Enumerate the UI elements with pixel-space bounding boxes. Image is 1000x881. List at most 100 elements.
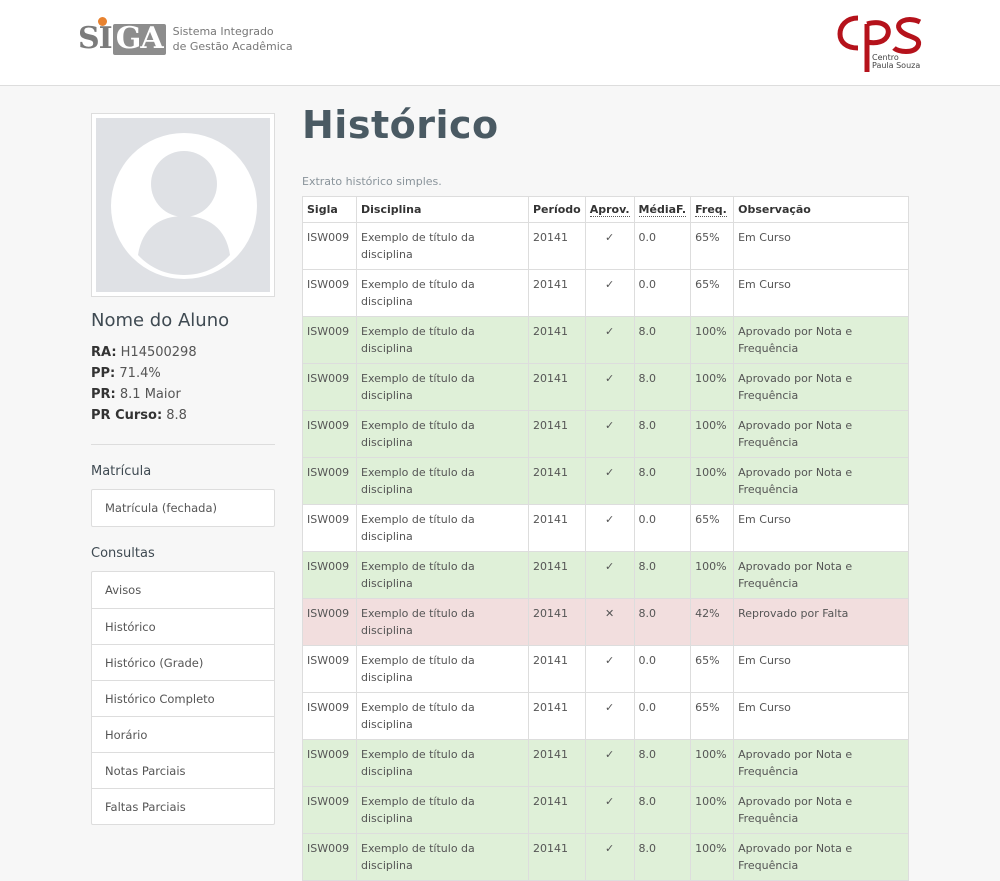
table-body: ISW009 Exemplo de título da disciplina 201… bbox=[302, 222, 909, 881]
cell-periodo: 20141 bbox=[528, 551, 586, 599]
siga-logo[interactable]: SI GA Sistema Integrado de Gestão Acadêmi… bbox=[78, 14, 293, 64]
check-icon: ✓ bbox=[584, 457, 635, 505]
cell-media: 8.0 bbox=[633, 833, 692, 881]
check-icon: ✓ bbox=[584, 269, 635, 317]
cell-periodo: 20141 bbox=[528, 457, 586, 505]
table-row: ISW009 Exemplo de título da disciplina 201… bbox=[302, 692, 909, 740]
menu-item-consultas-1[interactable]: Histórico bbox=[92, 608, 274, 644]
menu-item-matricula-0[interactable]: Matrícula (fechada) bbox=[92, 490, 274, 526]
cell-observacao: Em Curso bbox=[733, 504, 909, 552]
cell-freq: 100% bbox=[690, 739, 735, 787]
user-silhouette-icon bbox=[111, 133, 257, 279]
stat-pp-label: PP: bbox=[91, 366, 116, 381]
cell-disciplina: Exemplo de título da disciplina bbox=[356, 551, 529, 599]
menu-item-consultas-2[interactable]: Histórico (Grade) bbox=[92, 644, 274, 680]
cell-freq: 42% bbox=[690, 598, 735, 646]
page-subtitle: Extrato histórico simples. bbox=[302, 175, 442, 188]
sidebar-divider bbox=[91, 444, 275, 445]
cell-freq: 100% bbox=[690, 551, 735, 599]
check-icon: ✓ bbox=[584, 551, 635, 599]
cell-observacao: Aprovado por Nota e Frequência bbox=[733, 363, 909, 411]
page-title: Histórico bbox=[302, 103, 499, 147]
cell-sigla: ISW009 bbox=[302, 551, 357, 599]
cell-freq: 65% bbox=[690, 504, 735, 552]
col-sigla: Sigla bbox=[302, 196, 357, 223]
cell-observacao: Em Curso bbox=[733, 692, 909, 740]
cell-periodo: 20141 bbox=[528, 598, 586, 646]
cell-disciplina: Exemplo de título da disciplina bbox=[356, 363, 529, 411]
check-icon: ✓ bbox=[584, 222, 635, 270]
cps-caption-line2: Paula Souza bbox=[872, 61, 921, 70]
cell-media: 0.0 bbox=[633, 645, 692, 693]
cell-periodo: 20141 bbox=[528, 786, 586, 834]
menu-item-consultas-3[interactable]: Histórico Completo bbox=[92, 680, 274, 716]
cell-media: 0.0 bbox=[633, 504, 692, 552]
cell-freq: 100% bbox=[690, 363, 735, 411]
menu-item-consultas-4[interactable]: Horário bbox=[92, 716, 274, 752]
cell-media: 0.0 bbox=[633, 269, 692, 317]
siga-dot-icon bbox=[98, 16, 107, 26]
table-row: ISW009 Exemplo de título da disciplina 201… bbox=[302, 457, 909, 505]
check-icon: ✓ bbox=[584, 833, 635, 881]
cell-disciplina: Exemplo de título da disciplina bbox=[356, 410, 529, 458]
cell-freq: 100% bbox=[690, 833, 735, 881]
table-row: ISW009 Exemplo de título da disciplina 201… bbox=[302, 645, 909, 693]
stat-pr: PR: 8.1 Maior bbox=[91, 384, 275, 405]
check-icon: ✓ bbox=[584, 504, 635, 552]
col-aprov-label: Aprov. bbox=[589, 203, 630, 217]
stat-pr-curso: PR Curso: 8.8 bbox=[91, 405, 275, 426]
cell-freq: 100% bbox=[690, 410, 735, 458]
matricula-menu: Matrícula (fechada) bbox=[91, 489, 275, 527]
col-freq-label: Freq. bbox=[695, 203, 727, 217]
cell-disciplina: Exemplo de título da disciplina bbox=[356, 739, 529, 787]
cell-periodo: 20141 bbox=[528, 692, 586, 740]
cell-sigla: ISW009 bbox=[302, 739, 357, 787]
cell-disciplina: Exemplo de título da disciplina bbox=[356, 692, 529, 740]
table-row: ISW009 Exemplo de título da disciplina 201… bbox=[302, 551, 909, 599]
cell-observacao: Aprovado por Nota e Frequência bbox=[733, 786, 909, 834]
cell-sigla: ISW009 bbox=[302, 269, 357, 317]
student-stats: RA: H14500298 PP: 71.4% PR: 8.1 Maior PR… bbox=[91, 342, 275, 426]
cell-observacao: Aprovado por Nota e Frequência bbox=[733, 457, 909, 505]
menu-item-consultas-5[interactable]: Notas Parciais bbox=[92, 752, 274, 788]
consultas-section-title: Consultas bbox=[91, 546, 155, 561]
stat-pp: PP: 71.4% bbox=[91, 363, 275, 384]
cps-caption: Centro Paula Souza bbox=[872, 54, 920, 70]
table-row: ISW009 Exemplo de título da disciplina 201… bbox=[302, 833, 909, 881]
stat-ra-label: RA: bbox=[91, 345, 117, 360]
col-observacao: Observação bbox=[733, 196, 909, 223]
stat-ra: RA: H14500298 bbox=[91, 342, 275, 363]
menu-item-consultas-6[interactable]: Faltas Parciais bbox=[92, 788, 274, 824]
table-row: ISW009 Exemplo de título da disciplina 201… bbox=[302, 316, 909, 364]
stat-pr-label: PR: bbox=[91, 387, 116, 402]
check-icon: ✓ bbox=[584, 645, 635, 693]
col-media: MédiaF. bbox=[633, 196, 692, 223]
cell-observacao: Aprovado por Nota e Frequência bbox=[733, 410, 909, 458]
cell-disciplina: Exemplo de título da disciplina bbox=[356, 269, 529, 317]
cell-media: 8.0 bbox=[633, 363, 692, 411]
stat-pr-value: 8.1 Maior bbox=[119, 387, 181, 402]
siga-tagline: Sistema Integrado de Gestão Acadêmica bbox=[173, 24, 293, 54]
cell-freq: 100% bbox=[690, 316, 735, 364]
stat-pr-curso-label: PR Curso: bbox=[91, 408, 163, 423]
check-icon: ✓ bbox=[584, 739, 635, 787]
table-row: ISW009 Exemplo de título da disciplina 201… bbox=[302, 363, 909, 411]
siga-tagline-line2: de Gestão Acadêmica bbox=[172, 40, 293, 53]
stat-pp-value: 71.4% bbox=[119, 366, 161, 381]
cell-freq: 100% bbox=[690, 457, 735, 505]
cell-sigla: ISW009 bbox=[302, 833, 357, 881]
table-row: ISW009 Exemplo de título da disciplina 201… bbox=[302, 739, 909, 787]
cell-freq: 65% bbox=[690, 645, 735, 693]
cell-disciplina: Exemplo de título da disciplina bbox=[356, 316, 529, 364]
cell-periodo: 20141 bbox=[528, 269, 586, 317]
stat-ra-value: H14500298 bbox=[120, 345, 197, 360]
cell-sigla: ISW009 bbox=[302, 645, 357, 693]
cell-periodo: 20141 bbox=[528, 504, 586, 552]
avatar bbox=[91, 113, 275, 297]
menu-item-consultas-0[interactable]: Avisos bbox=[92, 572, 274, 608]
sidebar: Nome do Aluno RA: H14500298 PP: 71.4% PR… bbox=[91, 113, 275, 825]
cell-freq: 65% bbox=[690, 692, 735, 740]
cell-sigla: ISW009 bbox=[302, 410, 357, 458]
cell-media: 8.0 bbox=[633, 410, 692, 458]
matricula-section-title: Matrícula bbox=[91, 464, 152, 479]
